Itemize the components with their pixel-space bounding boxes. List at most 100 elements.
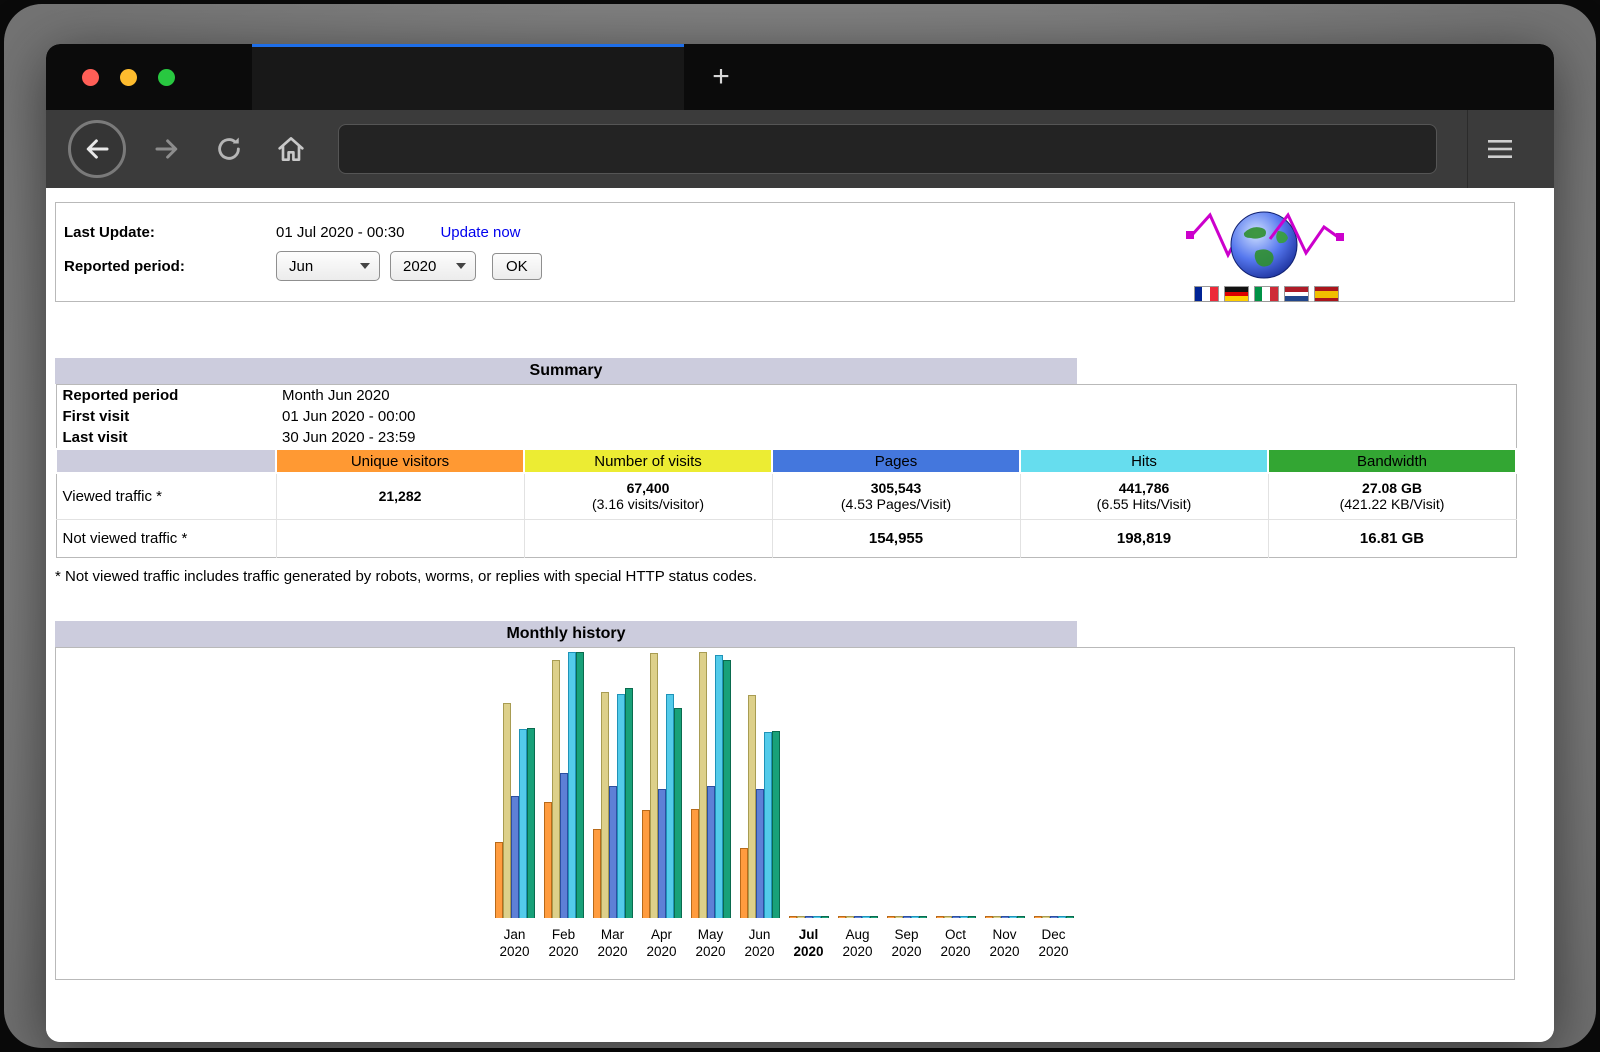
bar-unique-visitors — [838, 916, 846, 918]
bar-hits — [813, 916, 821, 918]
bar-hits — [911, 916, 919, 918]
close-window-button[interactable] — [82, 69, 99, 86]
language-flags — [1186, 286, 1346, 302]
month-label-dec: Dec2020 — [1029, 926, 1078, 962]
month-cluster-jul — [784, 652, 833, 918]
month-cluster-dec — [1029, 652, 1078, 918]
viewed-traffic-row: Viewed traffic * 21,282 67,400 (3.16 vis… — [56, 473, 1516, 519]
menu-button[interactable] — [1468, 110, 1532, 188]
last-visit-row-label: Last visit — [56, 427, 276, 449]
home-button[interactable] — [270, 128, 312, 170]
back-button[interactable] — [68, 120, 126, 178]
viewed-bandwidth-value: 27.08 GB — [1275, 480, 1510, 496]
bar-unique-visitors — [691, 809, 699, 918]
bar-pages — [1001, 916, 1009, 918]
awstats-logo[interactable] — [1186, 207, 1346, 302]
bar-pages — [609, 786, 617, 918]
month-label-jul: Jul2020 — [784, 926, 833, 962]
chart-bars — [490, 652, 1080, 918]
flag-france-icon[interactable] — [1194, 286, 1219, 302]
viewed-unique-visitors-cell: 21,282 — [276, 473, 524, 519]
url-input[interactable] — [338, 124, 1437, 174]
month-label-apr: Apr2020 — [637, 926, 686, 962]
chevron-down-icon — [456, 263, 466, 269]
window-controls — [82, 44, 175, 110]
viewed-hits-sub: (6.55 Hits/Visit) — [1027, 496, 1262, 512]
bar-bandwidth — [968, 916, 976, 918]
browser-tab-active[interactable] — [252, 44, 684, 110]
reload-button[interactable] — [208, 128, 250, 170]
bar-bandwidth — [870, 916, 878, 918]
month-cluster-may — [686, 652, 735, 918]
not-viewed-pages-cell: 154,955 — [772, 519, 1020, 557]
bar-pages — [560, 773, 568, 918]
viewed-visits-value: 67,400 — [531, 480, 766, 496]
last-update-label: Last Update: — [64, 224, 276, 241]
viewed-hits-cell: 441,786 (6.55 Hits/Visit) — [1020, 473, 1268, 519]
bar-number-of-visits — [993, 916, 1001, 918]
bar-unique-visitors — [1034, 916, 1042, 918]
bar-hits — [862, 916, 870, 918]
header-blank-cell — [56, 449, 276, 473]
bar-pages — [707, 786, 715, 918]
bar-unique-visitors — [593, 829, 601, 918]
not-viewed-footnote: * Not viewed traffic includes traffic ge… — [55, 568, 1515, 585]
month-cluster-oct — [931, 652, 980, 918]
bar-bandwidth — [625, 688, 633, 918]
chart-month-labels: Jan2020Feb2020Mar2020Apr2020May2020Jun20… — [490, 926, 1080, 962]
bar-hits — [715, 655, 723, 918]
bar-hits — [1058, 916, 1066, 918]
bar-number-of-visits — [650, 653, 658, 918]
year-select-value: 2020 — [403, 258, 436, 275]
browser-window: + — [46, 44, 1554, 1042]
home-icon — [275, 133, 307, 165]
first-visit-row-value: 01 Jun 2020 - 00:00 — [276, 406, 1516, 427]
bar-pages — [756, 789, 764, 918]
bar-number-of-visits — [944, 916, 952, 918]
month-select-value: Jun — [289, 258, 313, 275]
summary-section-title: Summary — [55, 358, 1077, 384]
bar-hits — [764, 732, 772, 918]
year-select[interactable]: 2020 — [390, 251, 476, 281]
zoom-window-button[interactable] — [158, 69, 175, 86]
month-cluster-jun — [735, 652, 784, 918]
month-label-feb: Feb2020 — [539, 926, 588, 962]
not-viewed-unique-visitors-cell — [276, 519, 524, 557]
viewed-pages-cell: 305,543 (4.53 Pages/Visit) — [772, 473, 1020, 519]
reported-period-label: Reported period: — [64, 258, 276, 275]
bar-pages — [903, 916, 911, 918]
bar-pages — [805, 916, 813, 918]
reported-period-row-label: Reported period — [56, 385, 276, 407]
bar-bandwidth — [527, 728, 535, 918]
month-label-mar: Mar2020 — [588, 926, 637, 962]
flag-netherlands-icon[interactable] — [1284, 286, 1309, 302]
reload-icon — [214, 134, 244, 164]
flag-germany-icon[interactable] — [1224, 286, 1249, 302]
monthly-history-box: Jan2020Feb2020Mar2020Apr2020May2020Jun20… — [55, 647, 1515, 980]
table-row: First visit 01 Jun 2020 - 00:00 — [56, 406, 1516, 427]
month-label-may: May2020 — [686, 926, 735, 962]
flag-spain-icon[interactable] — [1314, 286, 1339, 302]
not-viewed-bandwidth-cell: 16.81 GB — [1268, 519, 1516, 557]
monthly-history-section-title: Monthly history — [55, 621, 1077, 647]
bar-pages — [658, 789, 666, 918]
forward-button[interactable] — [146, 128, 188, 170]
bar-bandwidth — [576, 652, 584, 918]
last-visit-row-value: 30 Jun 2020 - 23:59 — [276, 427, 1516, 449]
hamburger-icon — [1487, 138, 1513, 160]
minimize-window-button[interactable] — [120, 69, 137, 86]
ok-button[interactable]: OK — [492, 253, 542, 280]
month-cluster-mar — [588, 652, 637, 918]
viewed-visits-cell: 67,400 (3.16 visits/visitor) — [524, 473, 772, 519]
update-now-link[interactable]: Update now — [440, 224, 520, 241]
table-row: Last visit 30 Jun 2020 - 23:59 — [56, 427, 1516, 449]
bar-bandwidth — [1066, 916, 1074, 918]
bar-hits — [617, 694, 625, 918]
flag-italy-icon[interactable] — [1254, 286, 1279, 302]
new-tab-button[interactable]: + — [701, 44, 741, 110]
month-select[interactable]: Jun — [276, 251, 380, 281]
viewed-pages-sub: (4.53 Pages/Visit) — [779, 496, 1014, 512]
not-viewed-hits-cell: 198,819 — [1020, 519, 1268, 557]
viewed-visits-sub: (3.16 visits/visitor) — [531, 496, 766, 512]
bar-pages — [952, 916, 960, 918]
